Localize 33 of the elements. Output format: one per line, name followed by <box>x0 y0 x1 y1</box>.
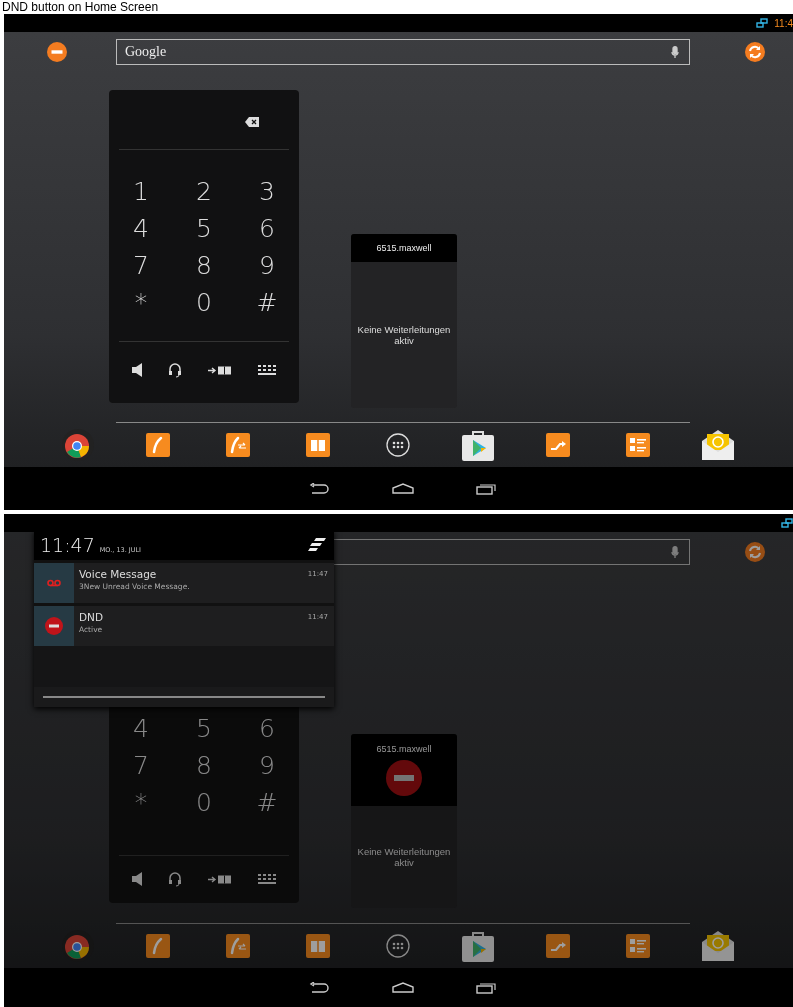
dial-key[interactable]: 9 <box>235 247 299 284</box>
dial-key[interactable]: 8 <box>172 247 236 284</box>
dial-key[interactable]: 4 <box>109 210 173 247</box>
dial-key[interactable]: # <box>235 284 299 321</box>
dial-key[interactable]: 0 <box>172 784 236 821</box>
dial-key[interactable]: 1 <box>109 173 173 210</box>
forwarding-widget[interactable]: 6515.maxwell Keine Weiterleitungen aktiv <box>351 234 457 408</box>
dial-key[interactable]: * <box>109 284 173 321</box>
dial-key[interactable]: 0 <box>172 284 236 321</box>
dial-key[interactable]: # <box>235 784 299 821</box>
caption: DND button on Home Screen <box>1 0 160 14</box>
dial-key[interactable]: 6 <box>235 710 299 747</box>
dial-key[interactable]: 5 <box>172 210 236 247</box>
account-name: 6515.maxwell <box>376 243 432 253</box>
dial-key[interactable]: 3 <box>235 173 299 210</box>
notification-title: DND <box>79 611 105 623</box>
dial-key[interactable]: 4 <box>109 710 173 747</box>
forwarding-status: Keine Weiterleitungen aktiv <box>356 846 452 868</box>
forwarding-widget[interactable]: 6515.maxwell Keine Weiterleitungen aktiv <box>351 734 457 908</box>
dial-key[interactable]: 7 <box>109 247 173 284</box>
dial-key[interactable]: 7 <box>109 747 173 784</box>
dial-key[interactable]: 2 <box>172 173 236 210</box>
status-clock: 11:4 <box>774 17 793 29</box>
notification-title: Voice Message <box>79 568 158 580</box>
dial-key[interactable]: * <box>109 784 173 821</box>
search-field[interactable]: Google <box>116 39 690 65</box>
panel-time: 11:47 <box>40 533 95 558</box>
forwarding-status: Keine Weiterleitungen aktiv <box>356 324 452 346</box>
dial-key[interactable]: 9 <box>235 747 299 784</box>
dial-key[interactable]: 6 <box>235 210 299 247</box>
dial-key[interactable]: 8 <box>172 747 236 784</box>
dial-key[interactable]: 5 <box>172 710 236 747</box>
account-name: 6515.maxwell <box>376 744 432 754</box>
